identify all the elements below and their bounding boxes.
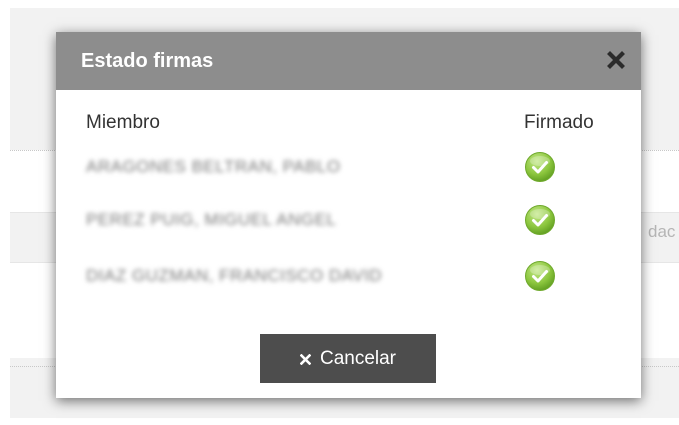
member-name: DIAZ GUZMAN, FRANCISCO DAVID [86,266,383,285]
check-circle-icon [524,151,556,183]
x-icon [299,354,311,365]
member-name: ARAGONES BELTRAN, PABLO [86,157,341,176]
member-row: DIAZ GUZMAN, FRANCISCO DAVID [86,259,626,293]
member-row: PEREZ PUIG, MIGUEL ANGEL [86,203,626,237]
close-icon[interactable] [607,51,625,69]
signatures-status-dialog: Estado firmas Miembro Firmado ARAGONES B… [56,32,641,398]
check-circle-icon [524,204,556,236]
cancel-button[interactable]: Cancelar [260,334,436,383]
dialog-title: Estado firmas [81,50,214,72]
background-partial-text: dac [648,222,676,241]
column-header-member: Miembro [86,112,160,133]
member-row: ARAGONES BELTRAN, PABLO [86,150,626,184]
dialog-header: Estado firmas [56,32,641,90]
column-header-signed: Firmado [524,112,594,133]
member-name: PEREZ PUIG, MIGUEL ANGEL [86,210,337,229]
cancel-button-label: Cancelar [319,347,397,369]
check-circle-icon [524,260,556,292]
